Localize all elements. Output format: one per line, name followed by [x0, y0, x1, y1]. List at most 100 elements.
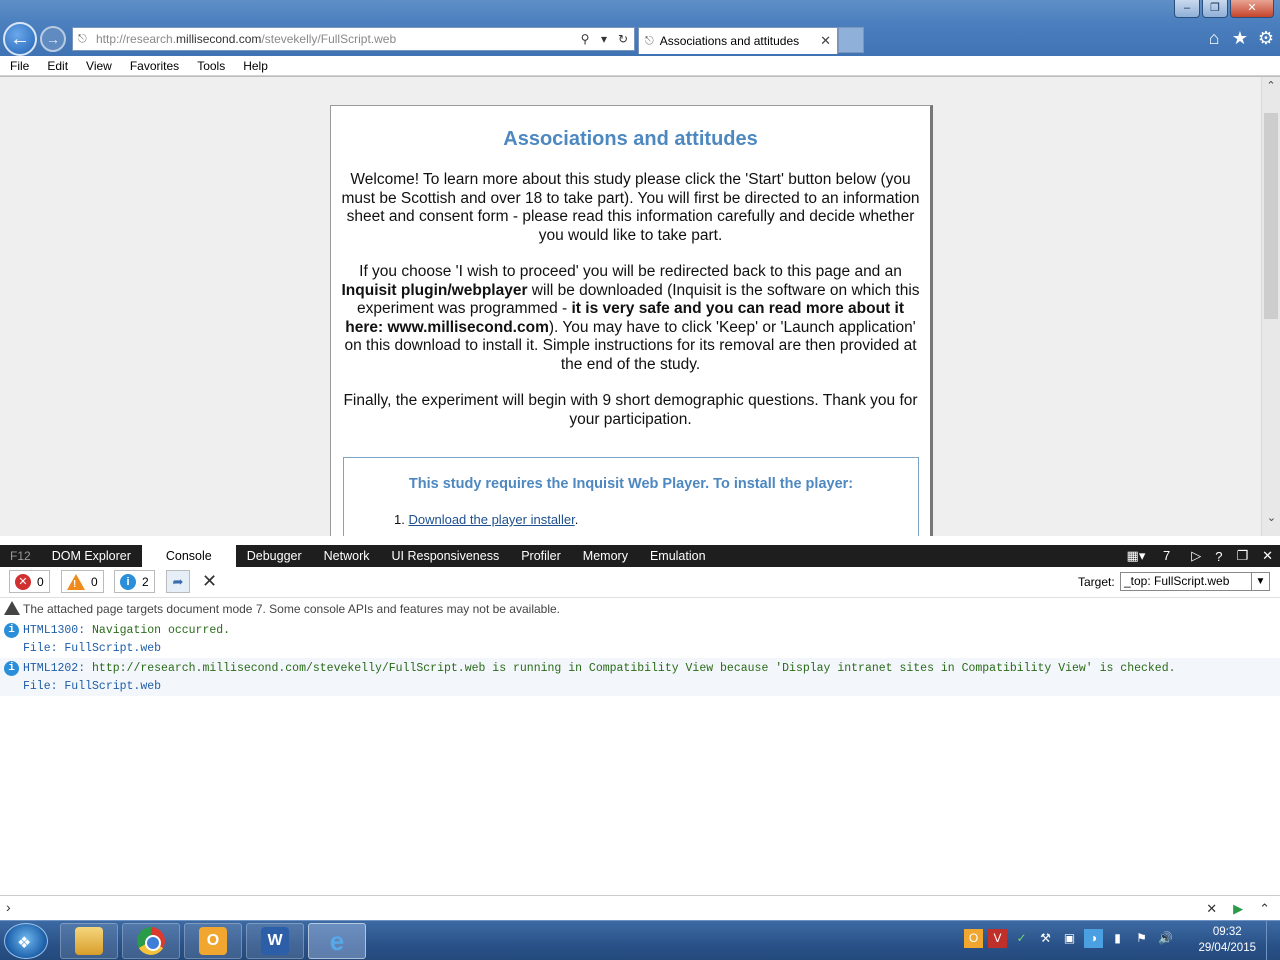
target-label: Target:: [1078, 575, 1115, 589]
run-icon[interactable]: ▶: [1233, 901, 1243, 917]
devtools-tabbar: F12 DOM Explorer Console Debugger Networ…: [0, 545, 1280, 567]
address-bar[interactable]: ⎋ http://research.millisecond.com/stevek…: [72, 27, 635, 51]
info-icon: i: [120, 573, 136, 590]
minimize-button[interactable]: –: [1174, 0, 1200, 18]
arrow-left-icon: ←: [10, 27, 30, 50]
chevron-down-icon: ▼: [1251, 573, 1269, 590]
clock-date: 29/04/2015: [1198, 942, 1256, 954]
taskbar-outlook[interactable]: O: [184, 923, 242, 959]
console-input-actions: ✕ ▶ ⌃: [1206, 901, 1270, 917]
close-window-button[interactable]: ✕: [1230, 0, 1274, 18]
console-toggle-icon[interactable]: ▷: [1184, 548, 1208, 564]
battery-icon[interactable]: ▮: [1108, 929, 1127, 948]
plugin-paragraph: If you choose 'I wish to proceed' you wi…: [341, 263, 920, 373]
menu-bar: File Edit View Favorites Tools Help: [0, 56, 1280, 76]
close-tab-icon[interactable]: ✕: [820, 33, 831, 49]
console-input[interactable]: › ✕ ▶ ⌃: [0, 895, 1280, 920]
menu-edit[interactable]: Edit: [37, 59, 76, 73]
scrollbar-thumb[interactable]: [1264, 113, 1278, 319]
closing-paragraph: Finally, the experiment will begin with …: [343, 392, 918, 428]
taskbar-internet-explorer[interactable]: e: [308, 923, 366, 959]
taskbar-word[interactable]: W: [246, 923, 304, 959]
menu-favorites[interactable]: Favorites: [120, 59, 187, 73]
warnings-count: 0: [91, 574, 98, 589]
console-output: The attached page targets document mode …: [0, 598, 1280, 895]
taskbar-explorer[interactable]: [60, 923, 118, 959]
dropdown-arrow-icon[interactable]: ▾: [596, 32, 612, 46]
warning-icon: [4, 601, 20, 615]
clear-on-navigate-button[interactable]: ➦: [166, 570, 190, 593]
search-icon[interactable]: ⚲: [577, 32, 593, 46]
show-desktop-button[interactable]: [1266, 921, 1280, 960]
flag-icon[interactable]: ⚑: [1132, 929, 1151, 948]
clear-console-button[interactable]: ✕: [202, 571, 217, 592]
warning-icon: !: [67, 573, 85, 590]
info-icon: i: [4, 623, 19, 638]
outlook-icon: O: [199, 927, 227, 955]
restore-button[interactable]: ❐: [1202, 0, 1228, 18]
browser-titlebar: – ❐ ✕ ← → ⎋ http://research.millisecond.…: [0, 0, 1280, 56]
browser-toolbar-icons: ⌂ ★ ⚙: [1204, 28, 1276, 49]
message-file-link[interactable]: File: FullScript.web: [23, 680, 1280, 693]
console-message: i HTML1300: Navigation occurred. File: F…: [0, 620, 1280, 658]
system-clock[interactable]: 09:32 29/04/2015: [1198, 924, 1256, 956]
tab-debugger[interactable]: Debugger: [236, 545, 313, 567]
content-card: Associations and attitudes Welcome! To l…: [330, 105, 933, 536]
tab-memory[interactable]: Memory: [572, 545, 639, 567]
star-icon[interactable]: ★: [1230, 28, 1250, 49]
menu-help[interactable]: Help: [233, 59, 276, 73]
download-installer-link[interactable]: Download the player installer: [408, 512, 574, 527]
info-filter[interactable]: i 2: [114, 570, 155, 593]
undock-icon[interactable]: ❐: [1229, 548, 1255, 564]
display-tray-icon[interactable]: ▣: [1060, 929, 1079, 948]
back-button[interactable]: ←: [3, 22, 37, 56]
chevron-down-icon[interactable]: ⌄: [1262, 509, 1280, 527]
gear-icon[interactable]: ⚙: [1256, 28, 1276, 49]
target-select[interactable]: _top: FullScript.web ▼: [1120, 572, 1270, 591]
page-scrollbar[interactable]: ⌃ ⌄: [1261, 77, 1280, 536]
refresh-icon[interactable]: ↻: [615, 32, 631, 46]
tab-associations[interactable]: ⎋ Associations and attitudes ✕: [638, 27, 838, 54]
tab-profiler[interactable]: Profiler: [510, 545, 572, 567]
message-file-link[interactable]: File: FullScript.web: [23, 642, 1280, 655]
checkmark-tray-icon[interactable]: ✓: [1012, 929, 1031, 948]
console-message: The attached page targets document mode …: [0, 598, 1280, 620]
expand-icon[interactable]: ⌃: [1259, 901, 1270, 917]
forward-button[interactable]: →: [40, 26, 66, 52]
outlook-tray-icon[interactable]: O: [964, 929, 983, 948]
url-text[interactable]: http://research.millisecond.com/stevekel…: [96, 32, 577, 46]
tab-network[interactable]: Network: [313, 545, 381, 567]
info-count: 2: [142, 574, 149, 589]
taskbar-chrome[interactable]: [122, 923, 180, 959]
tab-dom-explorer[interactable]: DOM Explorer: [41, 545, 142, 567]
menu-file[interactable]: File: [0, 59, 37, 73]
message-text: http://research.millisecond.com/stevekel…: [92, 662, 1176, 675]
start-button[interactable]: ❖: [4, 923, 48, 959]
menu-tools[interactable]: Tools: [187, 59, 233, 73]
tab-title: Associations and attitudes: [659, 34, 800, 48]
new-tab-button[interactable]: [838, 27, 864, 53]
warnings-filter[interactable]: ! 0: [61, 570, 104, 593]
errors-filter[interactable]: ✕ 0: [9, 570, 50, 593]
install-player-box: This study requires the Inquisit Web Pla…: [343, 457, 919, 536]
close-devtools-icon[interactable]: ✕: [1255, 548, 1280, 564]
tab-emulation[interactable]: Emulation: [639, 545, 717, 567]
errors-count: 0: [37, 574, 44, 589]
tab-ui-responsiveness[interactable]: UI Responsiveness: [381, 545, 511, 567]
info-icon: i: [4, 661, 19, 676]
chevron-up-icon[interactable]: ⌃: [1262, 77, 1280, 95]
word-icon: W: [261, 927, 289, 955]
tools-tray-icon[interactable]: ⚒: [1036, 929, 1055, 948]
volume-icon[interactable]: 🔊: [1156, 929, 1175, 948]
tab-console[interactable]: Console: [141, 545, 236, 567]
network-app-tray-icon[interactable]: ◑: [1084, 929, 1103, 948]
step-number: 1.: [394, 512, 405, 527]
clear-input-icon[interactable]: ✕: [1206, 901, 1217, 917]
antivirus-tray-icon[interactable]: V: [988, 929, 1007, 948]
message-code: HTML1300:: [23, 624, 86, 637]
help-icon[interactable]: ?: [1208, 549, 1229, 564]
home-icon[interactable]: ⌂: [1204, 28, 1224, 49]
document-mode-dropdown[interactable]: ▦▾ 7: [1113, 548, 1185, 564]
menu-view[interactable]: View: [76, 59, 120, 73]
page-icon: ⎋: [78, 32, 87, 45]
